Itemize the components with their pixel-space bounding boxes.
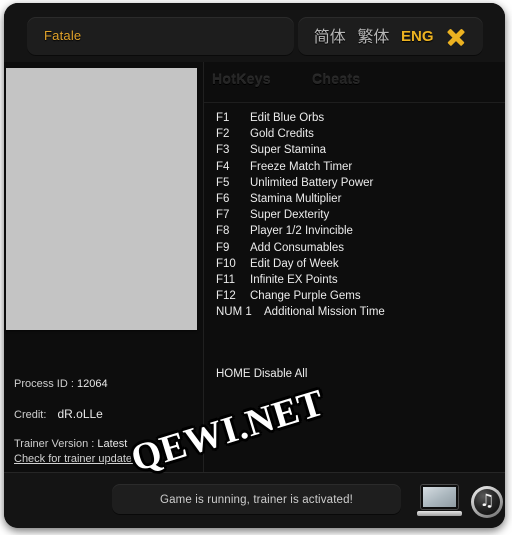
process-id-row: Process ID : 12064	[14, 378, 199, 390]
process-id-value: 12064	[76, 378, 108, 390]
process-id-label: Process ID :	[14, 378, 74, 390]
close-icon[interactable]	[445, 26, 467, 48]
game-artwork-placeholder	[6, 68, 197, 330]
cheat-row[interactable]: F1 Edit Blue Orbs	[216, 112, 505, 128]
trainer-version-label: Trainer Version :	[14, 438, 95, 450]
cheat-hotkey: F1	[216, 112, 230, 124]
language-selector: 简体 繁体 ENG	[298, 17, 483, 56]
cheat-label: Unlimited Battery Power	[250, 176, 374, 189]
cheat-label: Additional Mission Time	[264, 306, 385, 319]
cheat-label: Infinite EX Points	[250, 273, 338, 286]
cheat-row[interactable]: F4 Freeze Match Timer	[216, 161, 505, 177]
cheat-hotkey: F11	[216, 273, 235, 286]
cheat-label: Change Purple Gems	[250, 290, 361, 303]
cheat-label: Freeze Match Timer	[250, 160, 353, 173]
tab-hotkeys[interactable]: HotKeys	[212, 71, 271, 87]
game-title-text: Fatale	[44, 28, 82, 43]
laptop-icon[interactable]	[417, 485, 462, 519]
cheat-hotkey: F12	[216, 290, 236, 303]
tab-cheats[interactable]: Cheats	[312, 71, 360, 87]
cheat-row[interactable]: F6 Stamina Multiplier	[216, 193, 505, 209]
credit-row: Credit: dR.oLLe	[14, 407, 199, 421]
cheat-label: Gold Credits	[250, 128, 314, 141]
cheat-row[interactable]: F3 Super Stamina	[216, 144, 505, 160]
cheat-label: Edit Day of Week	[250, 257, 339, 270]
cheat-hotkey: F7	[216, 209, 230, 222]
cheat-label: Super Stamina	[250, 144, 327, 157]
cheat-list: F1 Edit Blue Orbs F2 Gold Credits F3 Sup…	[204, 112, 505, 322]
trainer-version-value: Latest	[97, 438, 128, 450]
cheat-row[interactable]: F10 Edit Day of Week	[216, 258, 505, 274]
trainer-window: Fatale 简体 繁体 ENG Process ID : 12064 Cred…	[4, 3, 505, 528]
cheat-row[interactable]: F11 Infinite EX Points	[216, 274, 505, 290]
cheat-row[interactable]: F9 Add Consumables	[216, 242, 505, 258]
cheat-row[interactable]: F8 Player 1/2 Invincible	[216, 225, 505, 241]
tab-bar: HotKeys Cheats	[204, 62, 505, 102]
music-icon-face: ♫	[474, 489, 500, 515]
status-message: Game is running, trainer is activated!	[160, 493, 353, 506]
cheat-hotkey: F9	[216, 241, 230, 254]
tab-divider	[204, 102, 505, 103]
cheat-hotkey: F4	[216, 160, 230, 173]
cheat-hotkey: F2	[216, 128, 230, 141]
lang-english[interactable]: ENG	[401, 29, 434, 44]
cheat-label: Edit Blue Orbs	[250, 112, 325, 124]
cheat-row[interactable]: F12 Change Purple Gems	[216, 290, 505, 306]
title-bar: Fatale 简体 繁体 ENG	[4, 3, 505, 62]
lang-traditional-chinese[interactable]: 繁体	[357, 28, 389, 45]
credit-label: Credit:	[14, 409, 47, 421]
cheat-row[interactable]: F5 Unlimited Battery Power	[216, 177, 505, 193]
cheat-hotkey: F5	[216, 176, 230, 189]
laptop-base	[417, 511, 462, 516]
screenshot-root: Fatale 简体 繁体 ENG Process ID : 12064 Cred…	[0, 0, 512, 535]
cheat-hotkey: F3	[216, 144, 230, 157]
cheat-hotkey: F10	[216, 257, 236, 270]
cheat-hotkey: F6	[216, 192, 230, 205]
disable-all-row[interactable]: HOME Disable All	[216, 368, 307, 380]
music-note-glyph: ♫	[479, 491, 495, 511]
music-note-icon[interactable]: ♫	[471, 486, 503, 518]
lang-simplified-chinese[interactable]: 简体	[314, 28, 346, 45]
cheat-hotkey: NUM 1	[216, 306, 252, 319]
cheat-label: Add Consumables	[250, 241, 344, 254]
cheat-hotkey: F8	[216, 225, 230, 238]
cheat-row[interactable]: NUM 1 Additional Mission Time	[216, 306, 505, 322]
cheat-row[interactable]: F7 Super Dexterity	[216, 209, 505, 225]
cheat-row[interactable]: F2 Gold Credits	[216, 128, 505, 144]
laptop-screen	[421, 485, 458, 509]
cheat-label: Super Dexterity	[250, 209, 330, 222]
game-title-field[interactable]: Fatale	[27, 17, 294, 56]
cheat-label: Player 1/2 Invincible	[250, 225, 353, 238]
status-panel: Game is running, trainer is activated!	[112, 484, 401, 515]
cheat-label: Stamina Multiplier	[250, 192, 342, 205]
credit-value: dR.oLLe	[57, 407, 103, 421]
